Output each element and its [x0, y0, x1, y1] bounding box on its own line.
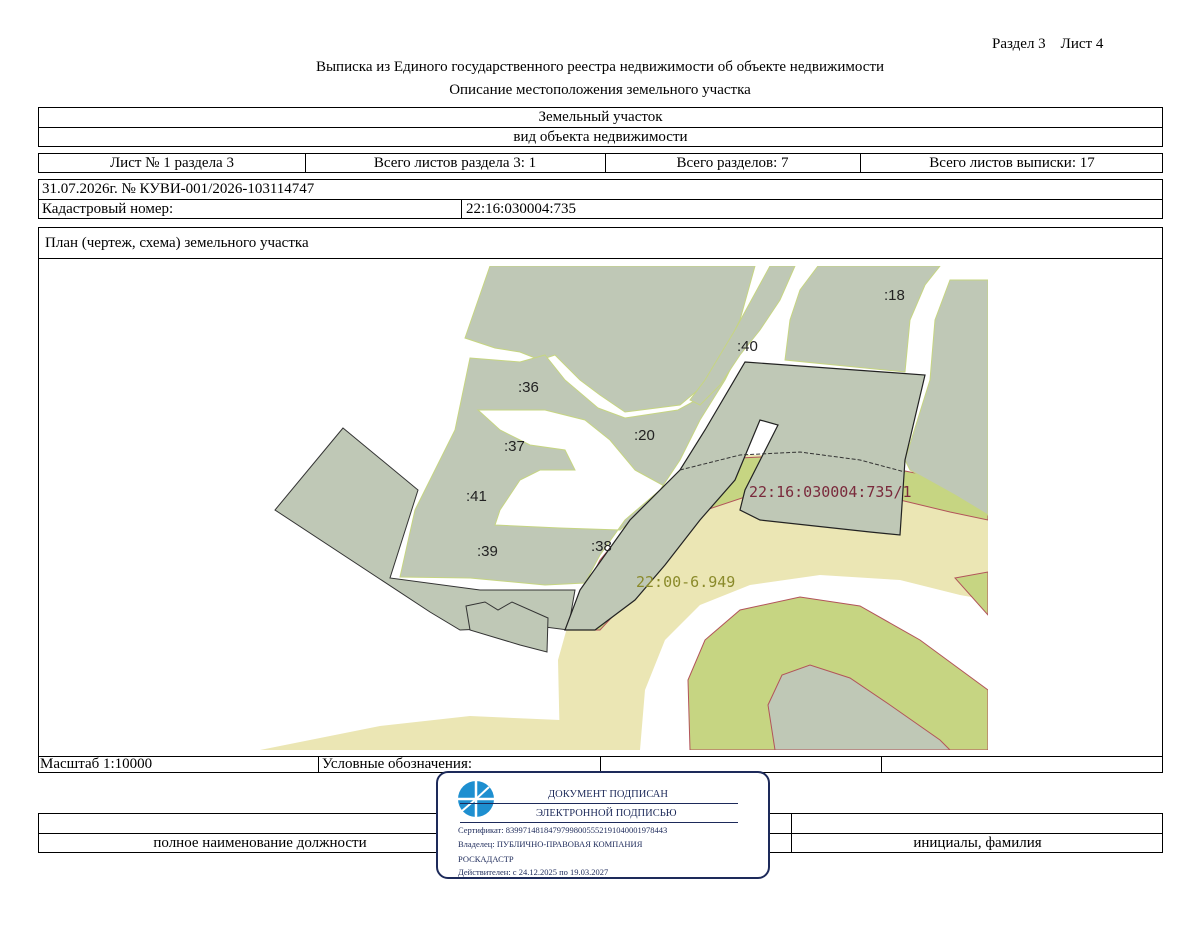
object-kind-caption: вид объекта недвижимости — [38, 127, 1163, 147]
stamp-line1: ДОКУМЕНТ ПОДПИСАН — [548, 789, 668, 800]
cadastral-value: 22:16:030004:735 — [466, 200, 577, 217]
total-sections: Всего разделов: 7 — [676, 154, 789, 171]
cadastral-row: Кадастровый номер: 22:16:030004:735 — [38, 199, 1163, 219]
total-extract-sheets: Всего листов выписки: 17 — [929, 154, 1095, 171]
position-caption: полное наименование должности — [153, 834, 367, 851]
label-parcel-38: :38 — [591, 538, 612, 555]
label-main-parcel: 22:16:030004:735/1 — [749, 483, 912, 501]
label-parcel-41: :41 — [466, 488, 487, 505]
roskadastr-logo-icon — [458, 781, 494, 817]
total-section-sheets: Всего листов раздела 3: 1 — [373, 154, 537, 171]
object-name: Земельный участок — [38, 107, 1163, 128]
parcel-18 — [784, 266, 941, 373]
label-parcel-20: :20 — [634, 427, 655, 444]
label-zone: 22:00-6.949 — [636, 573, 735, 591]
label-parcel-37: :37 — [504, 438, 525, 455]
label-parcel-40: :40 — [737, 338, 758, 355]
legend-label: Условные обозначения: — [322, 756, 473, 772]
stamp-validity: Действителен: с 24.12.2025 по 19.03.2027 — [458, 867, 609, 877]
label-parcel-18: :18 — [884, 287, 905, 304]
plan-title-box: План (чертеж, схема) земельного участка — [38, 227, 1163, 259]
label-parcel-39: :39 — [477, 543, 498, 560]
document-subtitle: Описание местоположения земельного участ… — [449, 82, 751, 98]
stamp-owner: Владелец: ПУБЛИЧНО-ПРАВОВАЯ КОМПАНИЯ — [458, 839, 643, 849]
land-plot-map: :18 :40 :36 :20 :37 :41 :39 :38 22:16:03… — [260, 266, 988, 750]
date-number: 31.07.2026г. № КУВИ-001/2026-103114747 — [38, 179, 1163, 200]
scale-label: Масштаб 1:10000 — [40, 756, 153, 772]
stamp-certificate: Сертификат: 8399714818479799800555219104… — [458, 825, 668, 835]
sheet-of-section: Лист № 1 раздела 3 — [110, 154, 234, 171]
initials-caption: инициалы, фамилия — [913, 834, 1042, 851]
plan-title: План (чертеж, схема) земельного участка — [45, 235, 309, 251]
electronic-signature-stamp: ДОКУМЕНТ ПОДПИСАН ЭЛЕКТРОННОЙ ПОДПИСЬЮ С… — [436, 771, 770, 879]
stamp-owner2: РОСКАДАСТР — [458, 854, 514, 864]
map-svg: :18 :40 :36 :20 :37 :41 :39 :38 22:16:03… — [260, 266, 988, 750]
section-sheet: Раздел 3 Лист 4 — [992, 36, 1104, 52]
sheets-row: Лист № 1 раздела 3 Всего листов раздела … — [38, 153, 1163, 173]
cadastral-label: Кадастровый номер: — [42, 200, 174, 217]
document-title: Выписка из Единого государственного реес… — [315, 59, 885, 75]
label-parcel-36: :36 — [518, 379, 539, 396]
stamp-line2: ЭЛЕКТРОННОЙ ПОДПИСЬЮ — [536, 808, 677, 819]
